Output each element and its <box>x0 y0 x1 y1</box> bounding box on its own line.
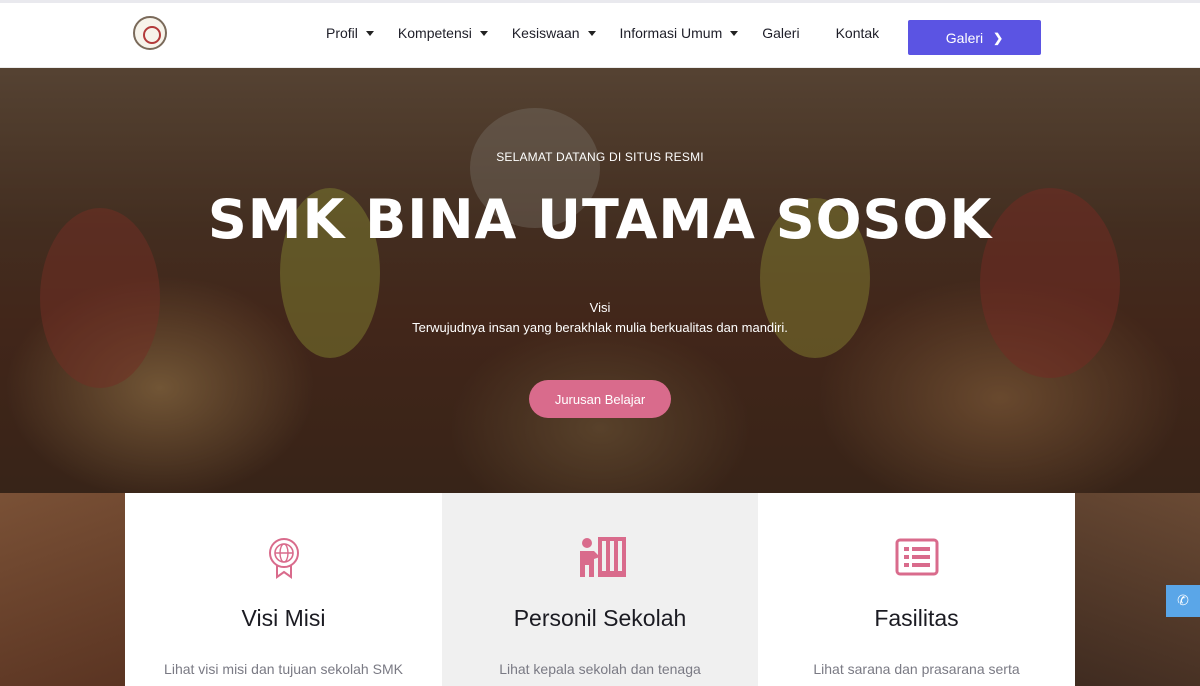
hero-section: SELAMAT DATANG DI SITUS RESMI SMK BINA U… <box>0 68 1200 493</box>
galeri-button[interactable]: Galeri ❯ <box>908 20 1041 55</box>
menu-item-profil[interactable]: Profil <box>326 25 374 41</box>
feature-card-personil-sekolah[interactable]: Personil Sekolah Lihat kepala sekolah da… <box>442 493 758 686</box>
feature-text: Lihat visi misi dan tujuan sekolah SMK <box>164 661 403 677</box>
chevron-right-icon: ❯ <box>993 30 1004 45</box>
menu-item-label: Profil <box>326 25 358 41</box>
chevron-down-icon <box>730 31 739 36</box>
feature-card-fasilitas[interactable]: Fasilitas Lihat sarana dan prasarana ser… <box>758 493 1075 686</box>
phone-contact-button[interactable]: ✆ <box>1166 585 1200 617</box>
feature-title: Fasilitas <box>874 605 959 631</box>
menu-item-informasi-umum[interactable]: Informasi Umum <box>620 25 739 41</box>
menu-item-kesiswaan[interactable]: Kesiswaan <box>512 25 596 41</box>
feature-text: Lihat kepala sekolah dan tenaga <box>499 661 701 677</box>
chevron-down-icon <box>479 31 488 36</box>
feature-card-visi-misi[interactable]: Visi Misi Lihat visi misi dan tujuan sek… <box>125 493 442 686</box>
menu-item-kompetensi[interactable]: Kompetensi <box>398 25 488 41</box>
jurusan-belajar-button[interactable]: Jurusan Belajar <box>529 380 671 418</box>
phone-icon: ✆ <box>1177 593 1189 609</box>
menu-item-label: Kesiswaan <box>511 25 580 41</box>
navbar: Profil Kompetensi Kesiswaan Informasi Um… <box>0 0 1200 68</box>
menu-item-label: Kompetensi <box>397 25 472 41</box>
teacher-board-icon <box>578 535 626 579</box>
chevron-down-icon <box>587 31 596 36</box>
feature-title: Personil Sekolah <box>513 605 687 631</box>
chevron-down-icon <box>365 31 374 36</box>
features-section: Visi Misi Lihat visi misi dan tujuan sek… <box>0 493 1200 686</box>
hero-visi-label: Visi <box>589 300 611 315</box>
feature-title: Visi Misi <box>241 605 326 631</box>
menu-item-galeri[interactable]: Galeri <box>762 25 799 41</box>
hero-overlay <box>0 68 1200 493</box>
menu-item-kontak[interactable]: Kontak <box>836 25 880 41</box>
menu-item-label: Galeri <box>762 25 800 41</box>
certificate-globe-icon <box>262 535 306 579</box>
side-photo-left <box>0 493 130 686</box>
hero-title: SMK BINA UTAMA SOSOK <box>207 188 993 251</box>
hero-visi-text: Terwujudnya insan yang berakhlak mulia b… <box>412 320 788 335</box>
feature-text: Lihat sarana dan prasarana serta <box>813 661 1020 677</box>
menu-item-label: Informasi Umum <box>619 25 723 41</box>
galeri-button-label: Galeri <box>945 29 984 46</box>
menu-item-label: Kontak <box>835 25 880 41</box>
hero-subtitle: SELAMAT DATANG DI SITUS RESMI <box>496 150 704 164</box>
school-logo[interactable] <box>133 16 167 50</box>
main-menu: Profil Kompetensi Kesiswaan Informasi Um… <box>326 25 903 41</box>
list-icon <box>895 535 939 579</box>
